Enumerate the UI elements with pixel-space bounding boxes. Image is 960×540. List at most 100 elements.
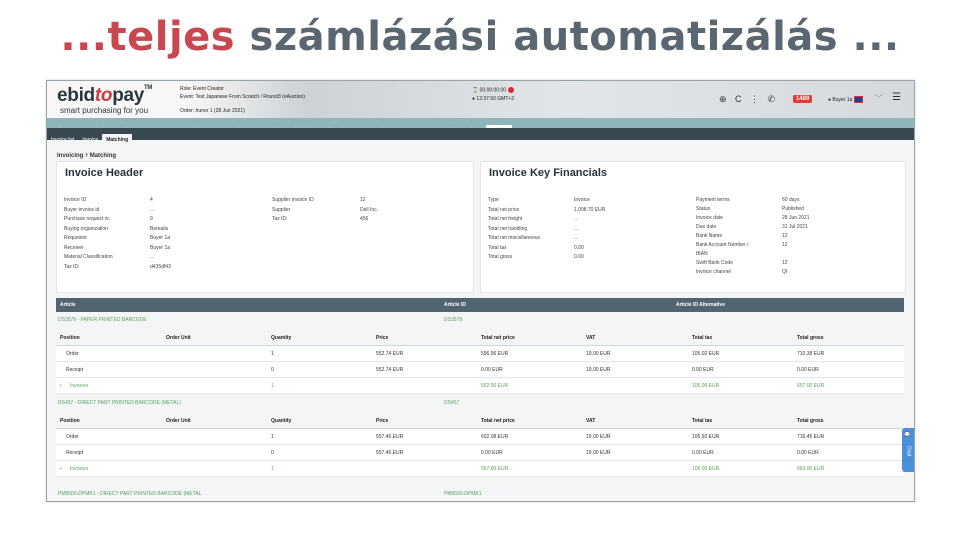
table-cell: 1 — [271, 351, 274, 357]
column-header-row: Position Order Unit Quantity Price Total net… — [56, 414, 904, 429]
field-value: 0.00 — [574, 244, 584, 251]
chevron-right-icon[interactable]: › — [60, 466, 62, 472]
article-name[interactable]: DS3578 - PAPER PRINTED BARCODE — [58, 317, 147, 323]
table-cell: 1 — [271, 434, 274, 440]
hamburger-menu-icon[interactable]: ☰ — [892, 92, 901, 103]
table-cell: 19.00 EUR — [586, 367, 611, 373]
table-cell: 1 — [271, 383, 274, 389]
table-cell: 105.92 EUR — [692, 434, 720, 440]
field-label: Tax ID: — [272, 216, 288, 222]
column-header: Quantity — [271, 335, 292, 341]
table-cell: Order — [66, 351, 79, 357]
tab-invoice-list[interactable]: Invoice list — [47, 134, 78, 146]
order-label: Order: hunor 1 (28 Jun 2021) — [180, 108, 245, 114]
tab-matching[interactable]: Matching — [102, 134, 133, 146]
table-cell: 552.74 EUR — [376, 367, 404, 373]
article-id[interactable]: DS3578 — [444, 317, 462, 323]
field-label: Purchase request nr. — [64, 216, 111, 222]
top-bar: ebidtopayTM smart purchasing for you Rol… — [47, 81, 914, 118]
column-header: Total net price — [481, 335, 515, 341]
chevron-right-icon[interactable]: › — [60, 383, 62, 389]
field-value: 12 — [782, 242, 788, 248]
field-label: Total net miscellaneous — [488, 235, 540, 241]
chevron-down-icon[interactable]: ﹀ — [875, 93, 883, 104]
field-value: 4 — [150, 197, 153, 203]
field-value: 12 — [782, 260, 788, 266]
field-label: Bank Name — [696, 233, 723, 239]
field-label: Total gross — [488, 254, 513, 260]
table-cell: 106.00 EUR — [692, 466, 720, 472]
column-header: Price — [376, 418, 389, 424]
notification-badge[interactable]: 1489 — [793, 95, 813, 103]
table-cell: 0.00 EUR — [692, 450, 714, 456]
table-cell: 552.00 EUR — [481, 383, 509, 389]
table-cell: Invoices — [70, 466, 89, 472]
chat-button[interactable]: 💬 Chat — [902, 428, 914, 472]
column-header: Total tax — [692, 418, 713, 424]
toolbar-icons[interactable]: ⊕ C ⋮ ✆ — [719, 94, 778, 105]
field-label: Requestor — [64, 235, 88, 241]
table-row: Order 1 552.74 EUR 596.96 EUR 19.00 EUR 105.0… — [56, 346, 904, 362]
field-value: ... — [150, 206, 155, 213]
key-financials-title: Invoice Key Financials — [489, 167, 607, 179]
invoices-row[interactable]: › Invoices 1 557.00 EUR 106.00 EUR 663.00 EUR — [56, 461, 904, 477]
table-row: Receipt 0 557.46 EUR 0.00 EUR 19.00 EUR 0.00 … — [56, 445, 904, 461]
table-cell: 710.38 EUR — [797, 351, 825, 357]
column-header: Position — [60, 418, 80, 424]
article-id[interactable]: DS457 — [444, 400, 459, 406]
table-cell: 0.00 EUR — [797, 367, 819, 373]
article-id[interactable]: PM9500-DPMK1 — [444, 491, 482, 497]
column-header: Quantity — [271, 418, 292, 424]
field-value: Published — [782, 206, 804, 212]
chat-icon: 💬 — [904, 432, 911, 438]
table-cell: Receipt — [66, 450, 83, 456]
breadcrumb: Invoicing › Matching — [57, 149, 117, 159]
table-cell: 557.46 EUR — [376, 434, 404, 440]
article-name[interactable]: DS457 - DIRECT PART PRINTED BARCODE (MET… — [58, 400, 181, 406]
field-label: Status — [696, 206, 711, 212]
field-label: Supplier — [272, 206, 291, 213]
chevron-right-icon: › — [85, 149, 89, 159]
table-cell: 552.74 EUR — [376, 351, 404, 357]
article-name[interactable]: PM9500-DPMK1 - DIRECT PART PRINTED BARCO… — [58, 491, 201, 497]
table-cell: 0 — [271, 367, 274, 373]
field-label: Type — [488, 197, 499, 203]
ebidtopay-logo[interactable]: ebidtopayTM — [57, 85, 152, 107]
app-screenshot: ebidtopayTM smart purchasing for you Rol… — [46, 80, 915, 502]
user-menu[interactable]: ● Buyer 1a — [828, 96, 863, 103]
column-header: Total gross — [797, 335, 824, 341]
role-label: Role: Event Creator — [180, 86, 224, 92]
table-cell: 1 — [271, 466, 274, 472]
field-value: Buyer 1a — [150, 244, 171, 251]
field-value: QI — [782, 269, 788, 275]
field-value: ... — [574, 216, 579, 222]
field-value: 12 — [360, 197, 366, 203]
field-label: Total net price — [488, 206, 520, 213]
tab-invoice[interactable]: Invoice — [78, 134, 102, 146]
invoices-row[interactable]: › Invoices 1 552.00 EUR 105.00 EUR 657.00 EUR — [56, 378, 904, 394]
countdown-timer: ⌛ 00:00:00:00 — [472, 87, 515, 93]
record-icon — [508, 87, 515, 93]
table-cell: 0.00 EUR — [797, 450, 819, 456]
table-cell: 663.00 EUR — [797, 466, 825, 472]
field-value: ... — [574, 225, 579, 232]
field-value: 31 Jul 2021 — [782, 224, 808, 230]
field-label: Supplier invoice ID — [272, 197, 314, 203]
article-table-header: Article Article ID Article ID Alternativ… — [56, 298, 904, 312]
server-clock: ● 12:37:50 GMT+2 — [472, 96, 515, 102]
field-value: Buyer 1a — [150, 235, 171, 241]
sub-nav: Invoice list Invoice Matching — [47, 128, 914, 146]
field-value: 60 days — [782, 197, 800, 203]
invoice-header-card: Invoice Header Invoice ID 4 Buyer invoice … — [56, 161, 474, 293]
field-label: Tax ID: — [64, 263, 80, 270]
field-label: Total tax — [488, 244, 507, 251]
field-value: Invoice — [574, 197, 590, 203]
table-cell: 0.00 EUR — [481, 367, 503, 373]
column-header: VAT — [586, 335, 596, 341]
field-value: 9 — [150, 216, 153, 222]
field-value: ... — [574, 235, 579, 241]
table-cell: 557.00 EUR — [481, 466, 509, 472]
column-header: Total net price — [481, 418, 515, 424]
table-row: Receipt 0 552.74 EUR 0.00 EUR 19.00 EUR 0.00 … — [56, 362, 904, 378]
logo-tagline: smart purchasing for you — [60, 106, 149, 115]
